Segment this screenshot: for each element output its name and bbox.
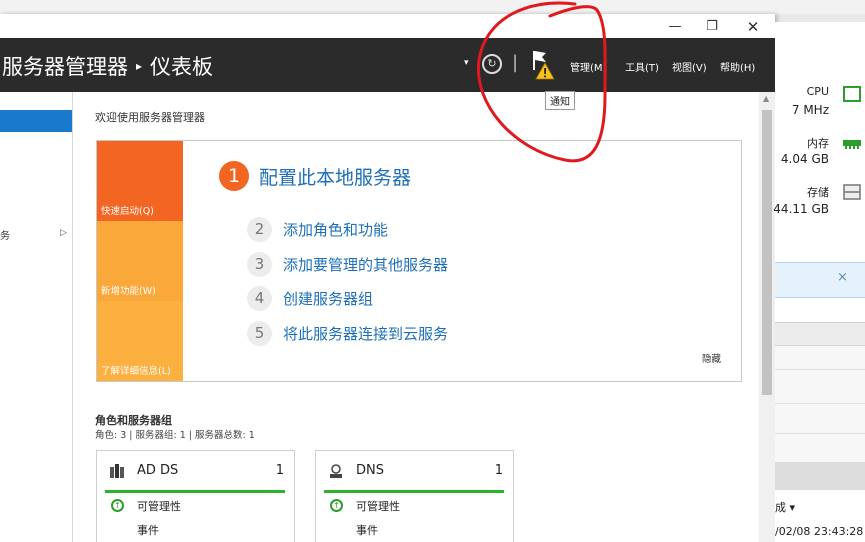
roles-section-title: 角色和服务器组 xyxy=(95,414,172,427)
notifications-tooltip: 通知 xyxy=(545,91,575,110)
vertical-scrollbar[interactable]: ▲ xyxy=(759,92,775,542)
sidebar: 务 ▷ xyxy=(0,92,73,542)
step-label[interactable]: 创建服务器组 xyxy=(283,288,373,309)
events-link[interactable]: 事件 xyxy=(356,522,378,538)
scroll-thumb[interactable] xyxy=(762,110,772,395)
dns-icon xyxy=(330,464,342,478)
welcome-title: 欢迎使用服务器管理器 xyxy=(95,111,205,124)
step-number-badge: 5 xyxy=(247,321,272,346)
menu-view[interactable]: 视图(V) xyxy=(672,59,707,74)
role-card-dns[interactable]: DNS 1 ↑ 可管理性 事件 xyxy=(315,450,514,542)
close-icon[interactable]: × xyxy=(837,270,848,285)
manageability-link[interactable]: 可管理性 xyxy=(137,498,181,514)
server-manager-window: — ❐ ✕ 服务器管理器 ▸ 仪表板 ▾ ↻ | 管理(M) 工具(T) 视图(V)… xyxy=(0,14,775,542)
panel-divider xyxy=(775,462,865,490)
status-bar xyxy=(324,490,504,493)
breadcrumb: 服务器管理器 ▸ 仪表板 xyxy=(2,51,213,81)
step-label[interactable]: 配置此本地服务器 xyxy=(259,163,411,190)
timestamp: /02/08 23:43:28 xyxy=(775,525,864,538)
ad-ds-icon xyxy=(110,464,124,478)
cpu-label: CPU xyxy=(806,85,829,98)
sidebar-item-label[interactable]: 务 xyxy=(0,227,10,242)
notifications-flag-icon[interactable] xyxy=(528,48,558,80)
table-row xyxy=(775,403,865,404)
tab-learn-more[interactable]: 了解详细信息(L) xyxy=(97,301,183,381)
toolbar-divider: | xyxy=(512,52,519,73)
status-bar xyxy=(105,490,285,493)
role-card-adds[interactable]: AD DS 1 ↑ 可管理性 事件 xyxy=(96,450,295,542)
dashboard-content: 欢迎使用服务器管理器 快速启动(Q) 新增功能(W) 了解详细信息(L) 1 配… xyxy=(73,92,759,542)
maximize-button[interactable]: ❐ xyxy=(692,16,732,38)
storage-label: 存储 xyxy=(807,186,829,199)
tab-whats-new[interactable]: 新增功能(W) xyxy=(97,221,183,301)
tab-quick-start-label: 快速启动(Q) xyxy=(101,206,154,217)
storage-value: 44.11 GB xyxy=(773,202,829,216)
table-row xyxy=(775,433,865,434)
storage-icon xyxy=(843,184,861,200)
step-label[interactable]: 将此服务器连接到云服务 xyxy=(283,323,448,344)
step-label[interactable]: 添加要管理的其他服务器 xyxy=(283,254,448,275)
expand-arrow-icon[interactable]: ▷ xyxy=(60,228,67,238)
menu-manage[interactable]: 管理(M) xyxy=(570,59,606,74)
info-banner: × xyxy=(775,262,865,298)
status-ok-icon: ↑ xyxy=(330,499,343,512)
step-number-badge: 3 xyxy=(247,252,272,277)
hide-link[interactable]: 隐藏 xyxy=(702,351,721,365)
table-header xyxy=(775,323,865,346)
breadcrumb-root[interactable]: 服务器管理器 xyxy=(2,55,128,79)
status-dropdown[interactable]: 成 ▾ xyxy=(775,499,795,515)
menu-tools[interactable]: 工具(T) xyxy=(625,59,659,74)
memory-label: 内存 xyxy=(807,137,829,150)
history-dropdown-icon[interactable]: ▾ xyxy=(464,58,469,68)
background-window: CPU 7 MHz 内存 4.04 GB 存储 44.11 GB × 成 ▾ /… xyxy=(773,22,865,542)
quick-start-panel: 快速启动(Q) 新增功能(W) 了解详细信息(L) 1 配置此本地服务器 2 添… xyxy=(96,140,742,382)
breadcrumb-separator-icon: ▸ xyxy=(136,59,143,73)
sidebar-item-dashboard[interactable] xyxy=(0,110,72,132)
scroll-up-icon[interactable]: ▲ xyxy=(763,94,769,103)
step-number-badge: 4 xyxy=(247,286,272,311)
card-count: 1 xyxy=(494,463,503,478)
breadcrumb-page: 仪表板 xyxy=(150,55,214,79)
roles-summary: 角色: 3 | 服务器组: 1 | 服务器总数: 1 xyxy=(95,430,255,441)
details-table xyxy=(775,322,865,463)
tab-quick-start[interactable]: 快速启动(Q) xyxy=(97,141,183,221)
events-link[interactable]: 事件 xyxy=(137,522,159,538)
status-ok-icon: ↑ xyxy=(111,499,124,512)
step-label[interactable]: 添加角色和功能 xyxy=(283,219,388,240)
step-number-badge: 2 xyxy=(247,217,272,242)
memory-value: 4.04 GB xyxy=(780,152,829,166)
tab-whats-new-label: 新增功能(W) xyxy=(101,286,156,297)
refresh-icon[interactable]: ↻ xyxy=(482,54,502,74)
memory-icon xyxy=(843,140,861,149)
title-bar: — ❐ ✕ xyxy=(0,14,775,38)
cpu-value: 7 MHz xyxy=(791,103,829,117)
header-bar: 服务器管理器 ▸ 仪表板 ▾ ↻ | 管理(M) 工具(T) 视图(V) 帮助(H) xyxy=(0,38,775,92)
tab-learn-more-label: 了解详细信息(L) xyxy=(101,366,171,377)
minimize-button[interactable]: — xyxy=(655,16,695,38)
step-number-badge: 1 xyxy=(219,161,249,191)
table-row xyxy=(775,369,865,370)
card-count: 1 xyxy=(275,463,284,478)
card-title[interactable]: AD DS xyxy=(137,463,178,478)
manageability-link[interactable]: 可管理性 xyxy=(356,498,400,514)
menu-help[interactable]: 帮助(H) xyxy=(720,59,755,74)
cpu-icon xyxy=(843,86,861,102)
close-button[interactable]: ✕ xyxy=(733,16,773,38)
card-title[interactable]: DNS xyxy=(356,463,384,478)
desktop-strip xyxy=(0,0,865,14)
